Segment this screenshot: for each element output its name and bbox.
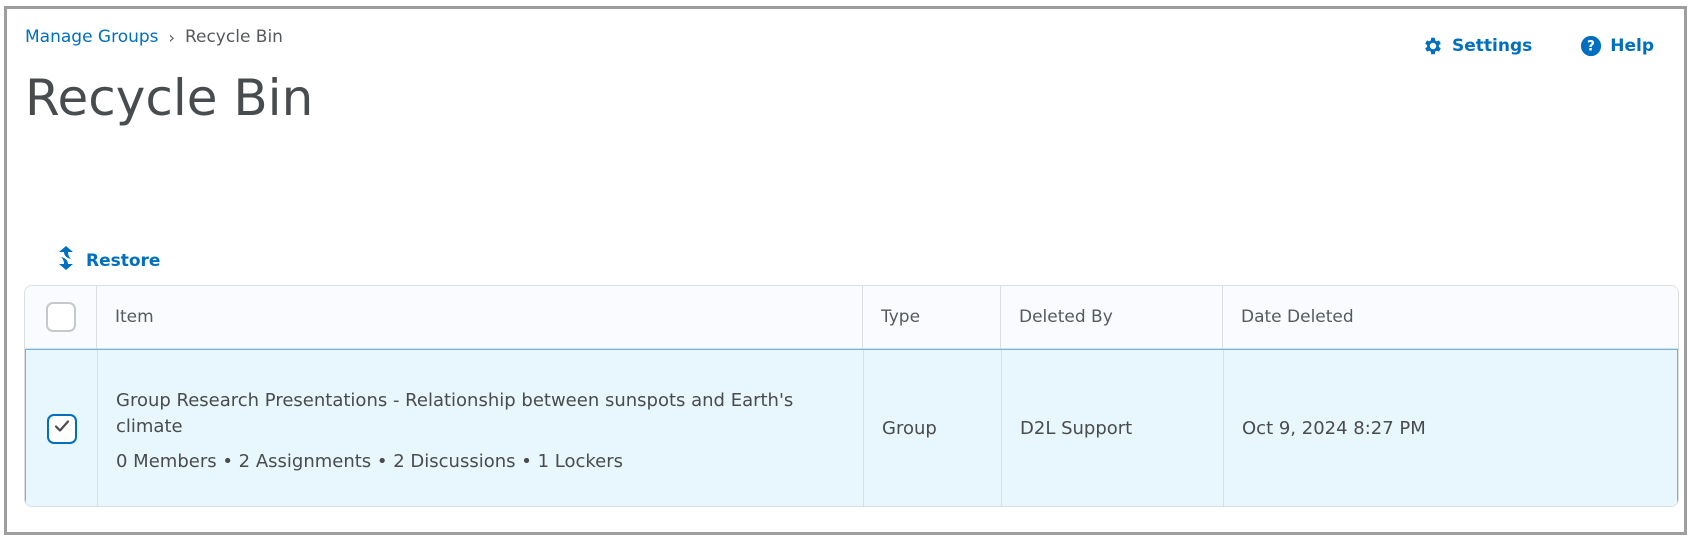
row-date-deleted-cell: Oct 9, 2024 8:27 PM — [1223, 350, 1677, 506]
recycle-bin-table: Item Type Deleted By Date Deleted Group … — [24, 285, 1679, 507]
question-circle-icon: ? — [1580, 35, 1602, 57]
page-title: Recycle Bin — [25, 69, 314, 127]
row-type-cell: Group — [863, 350, 1001, 506]
restore-arrows-icon — [55, 245, 77, 276]
table-row[interactable]: Group Research Presentations - Relations… — [25, 349, 1678, 506]
header-actions: Settings ? Help — [1422, 35, 1654, 57]
settings-label: Settings — [1451, 36, 1533, 56]
column-header-deleted-by[interactable]: Deleted By — [1000, 286, 1222, 348]
column-header-item[interactable]: Item — [96, 286, 862, 348]
row-item-meta: 0 Members • 2 Assignments • 2 Discussion… — [116, 450, 624, 472]
row-item-cell: Group Research Presentations - Relations… — [97, 350, 863, 506]
svg-text:?: ? — [1587, 39, 1595, 55]
help-button[interactable]: ? Help — [1580, 35, 1654, 57]
breadcrumb-manage-groups-link[interactable]: Manage Groups — [25, 27, 159, 47]
column-header-date-deleted[interactable]: Date Deleted — [1222, 286, 1678, 348]
gear-icon — [1422, 35, 1444, 57]
select-all-cell — [25, 286, 96, 348]
table-header-row: Item Type Deleted By Date Deleted — [25, 286, 1678, 349]
help-label: Help — [1610, 36, 1654, 56]
column-header-type[interactable]: Type — [862, 286, 1000, 348]
recycle-bin-page: Manage Groups › Recycle Bin Settings ? H… — [4, 6, 1687, 535]
breadcrumb-separator-icon: › — [168, 27, 175, 47]
row-select-cell — [26, 350, 97, 506]
row-item-title: Group Research Presentations - Relations… — [116, 389, 794, 437]
row-select-checkbox[interactable] — [46, 413, 77, 444]
row-deleted-by-cell: D2L Support — [1001, 350, 1223, 506]
restore-button[interactable]: Restore — [55, 245, 160, 276]
settings-button[interactable]: Settings — [1422, 35, 1532, 57]
checkmark-icon — [53, 417, 71, 440]
select-all-checkbox[interactable] — [45, 302, 76, 332]
restore-label: Restore — [86, 250, 161, 271]
breadcrumb-current: Recycle Bin — [184, 27, 283, 47]
breadcrumb: Manage Groups › Recycle Bin — [25, 27, 283, 47]
